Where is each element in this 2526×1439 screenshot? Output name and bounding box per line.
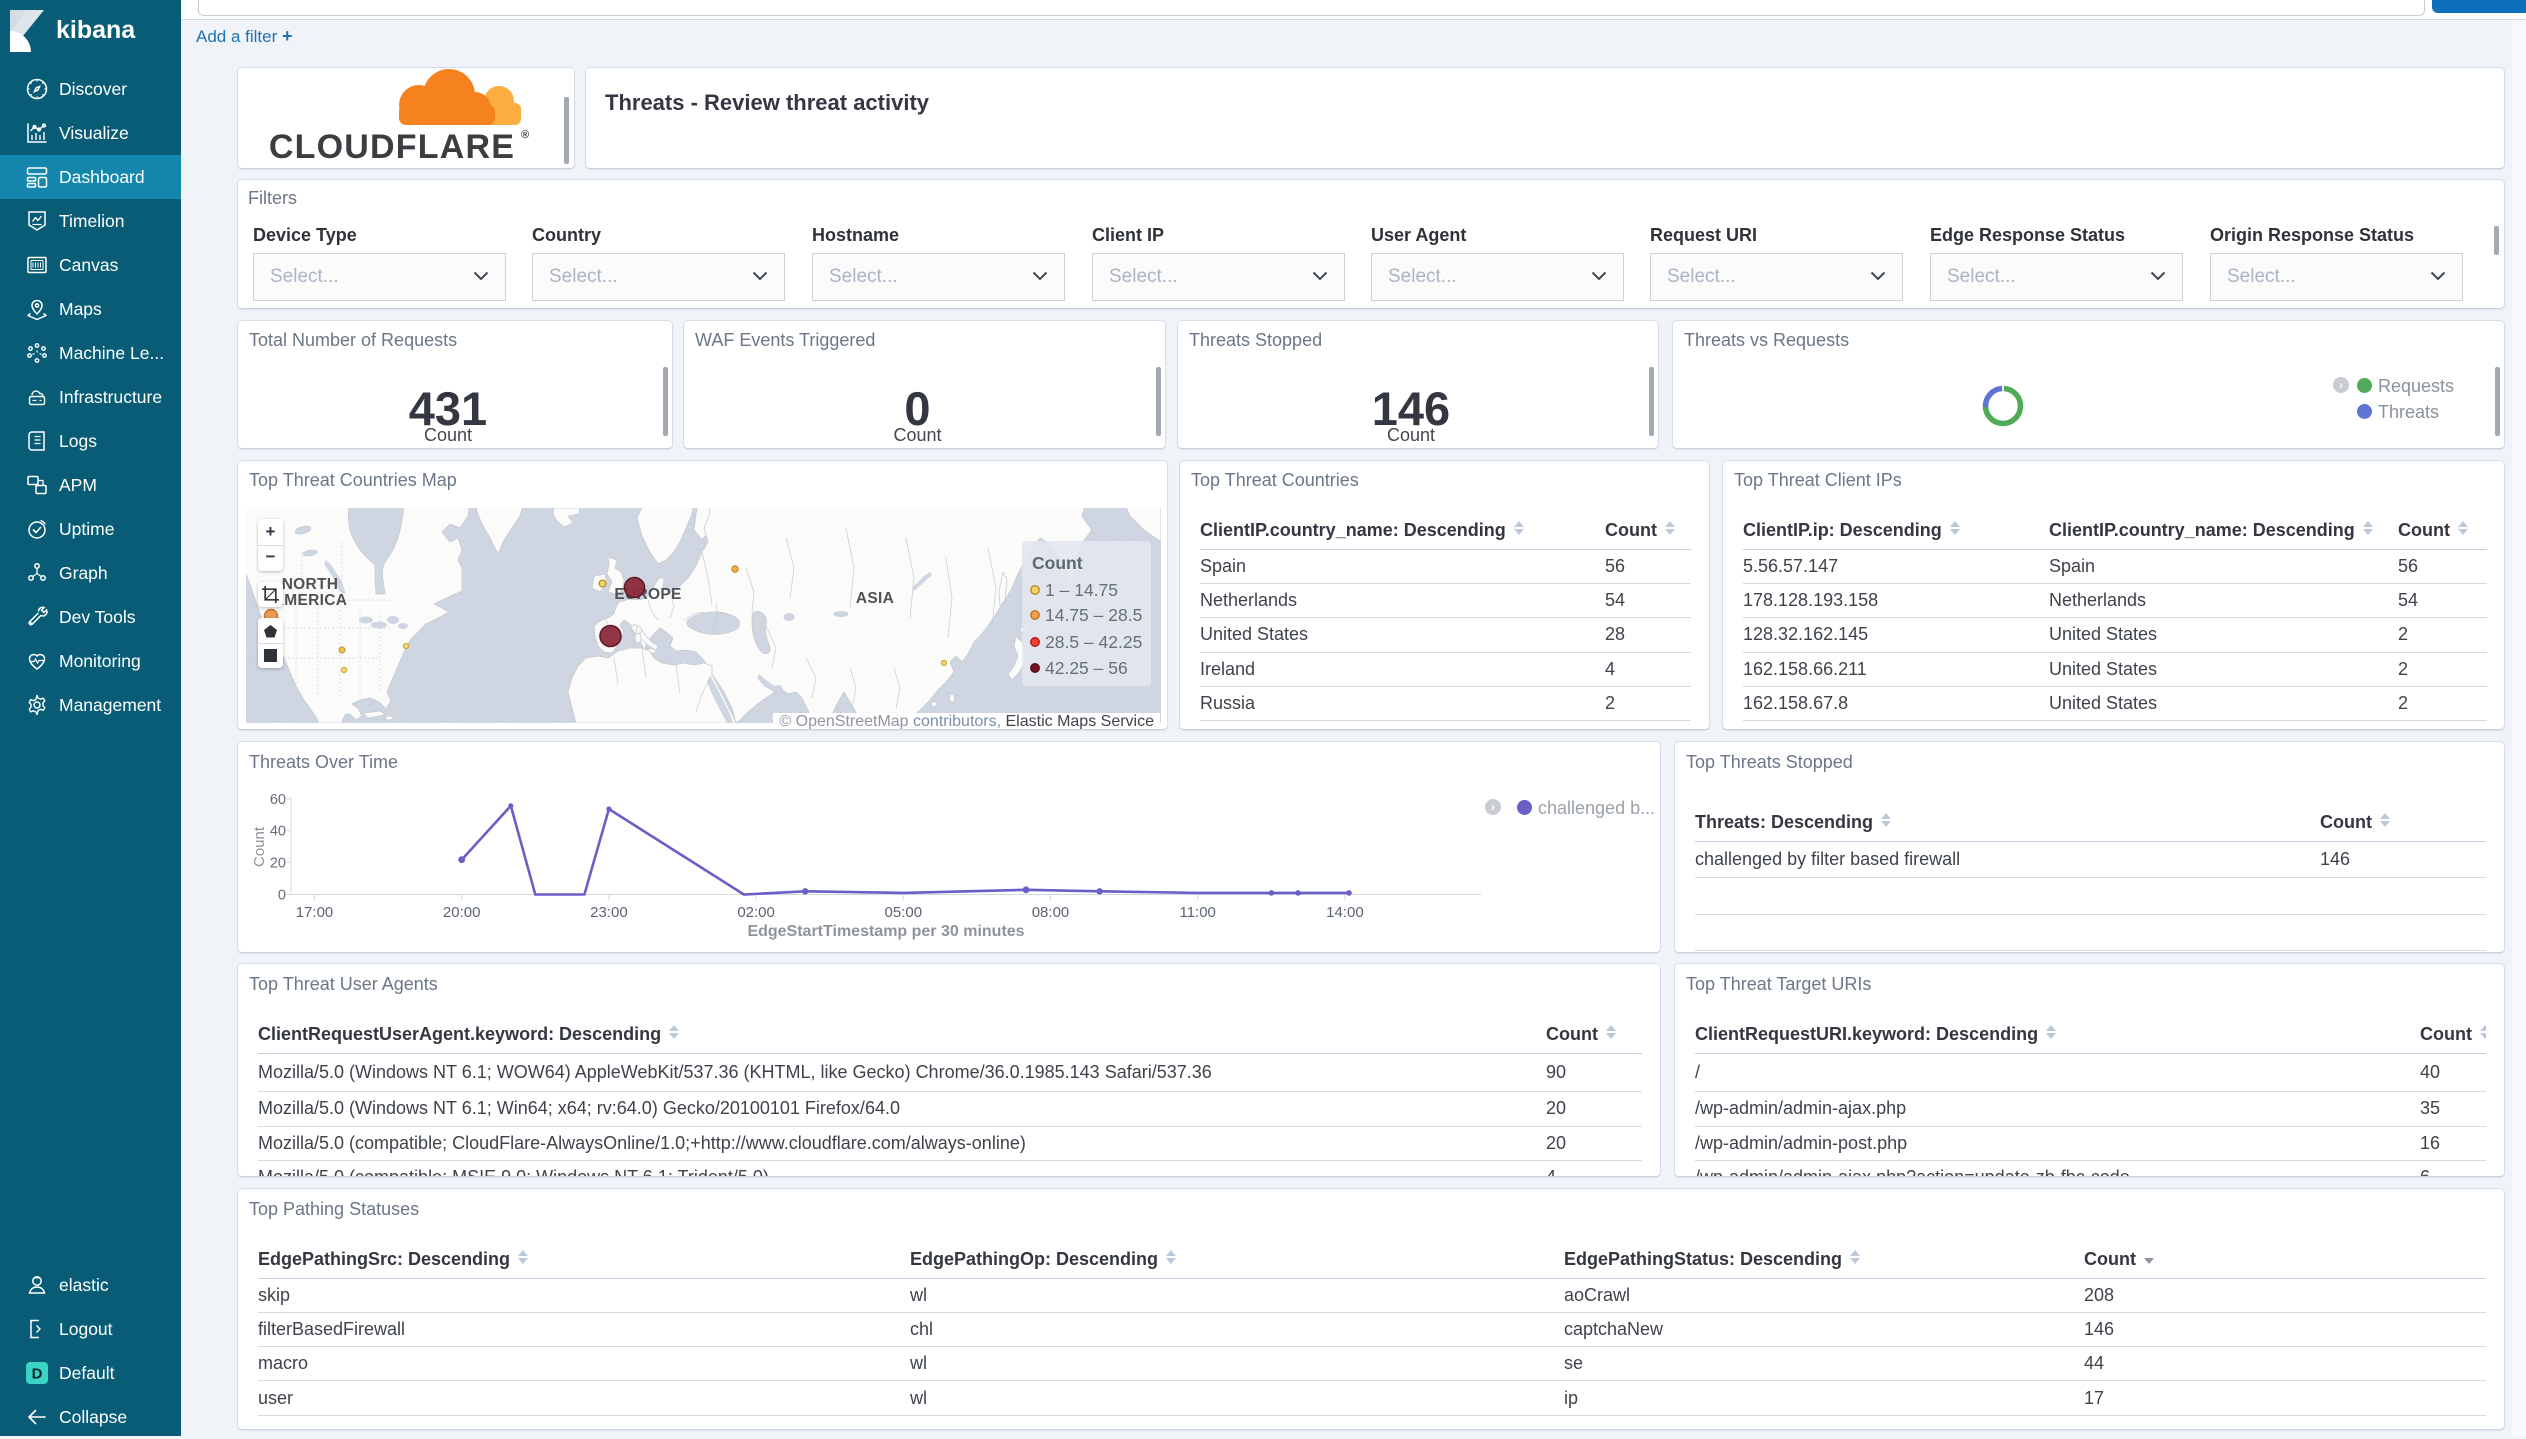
svg-text:20:00: 20:00: [443, 904, 481, 921]
svg-text:D: D: [32, 1366, 43, 1383]
svg-text:Count: Count: [251, 826, 268, 867]
svg-text:EdgeStartTimestamp per 30 minu: EdgeStartTimestamp per 30 minutes: [747, 923, 1024, 940]
svg-text:0: 0: [278, 888, 286, 904]
svg-text:14:00: 14:00: [1326, 904, 1364, 921]
svg-text:60: 60: [270, 792, 286, 808]
svg-text:05:00: 05:00: [885, 904, 923, 921]
svg-text:Count: Count: [1032, 553, 1083, 573]
svg-text:AMERICA: AMERICA: [273, 592, 347, 609]
svg-text:11:00: 11:00: [1179, 904, 1215, 921]
svg-text:ASIA: ASIA: [856, 590, 894, 607]
svg-text:NORTH: NORTH: [282, 576, 339, 593]
svg-text:®: ®: [521, 129, 529, 141]
svg-text:17:00: 17:00: [296, 904, 334, 921]
svg-text:20: 20: [270, 855, 286, 871]
svg-text:23:00: 23:00: [590, 904, 628, 921]
svg-text:08:00: 08:00: [1032, 904, 1070, 921]
svg-text:42.25 – 56: 42.25 – 56: [1045, 658, 1128, 678]
svg-text:40: 40: [270, 824, 286, 840]
svg-text:02:00: 02:00: [737, 904, 775, 921]
svg-text:1 – 14.75: 1 – 14.75: [1045, 580, 1118, 600]
svg-text:14.75 – 28.5: 14.75 – 28.5: [1045, 605, 1142, 625]
svg-text:28.5 – 42.25: 28.5 – 42.25: [1045, 632, 1142, 652]
svg-text:CLOUDFLARE: CLOUDFLARE: [269, 128, 515, 166]
